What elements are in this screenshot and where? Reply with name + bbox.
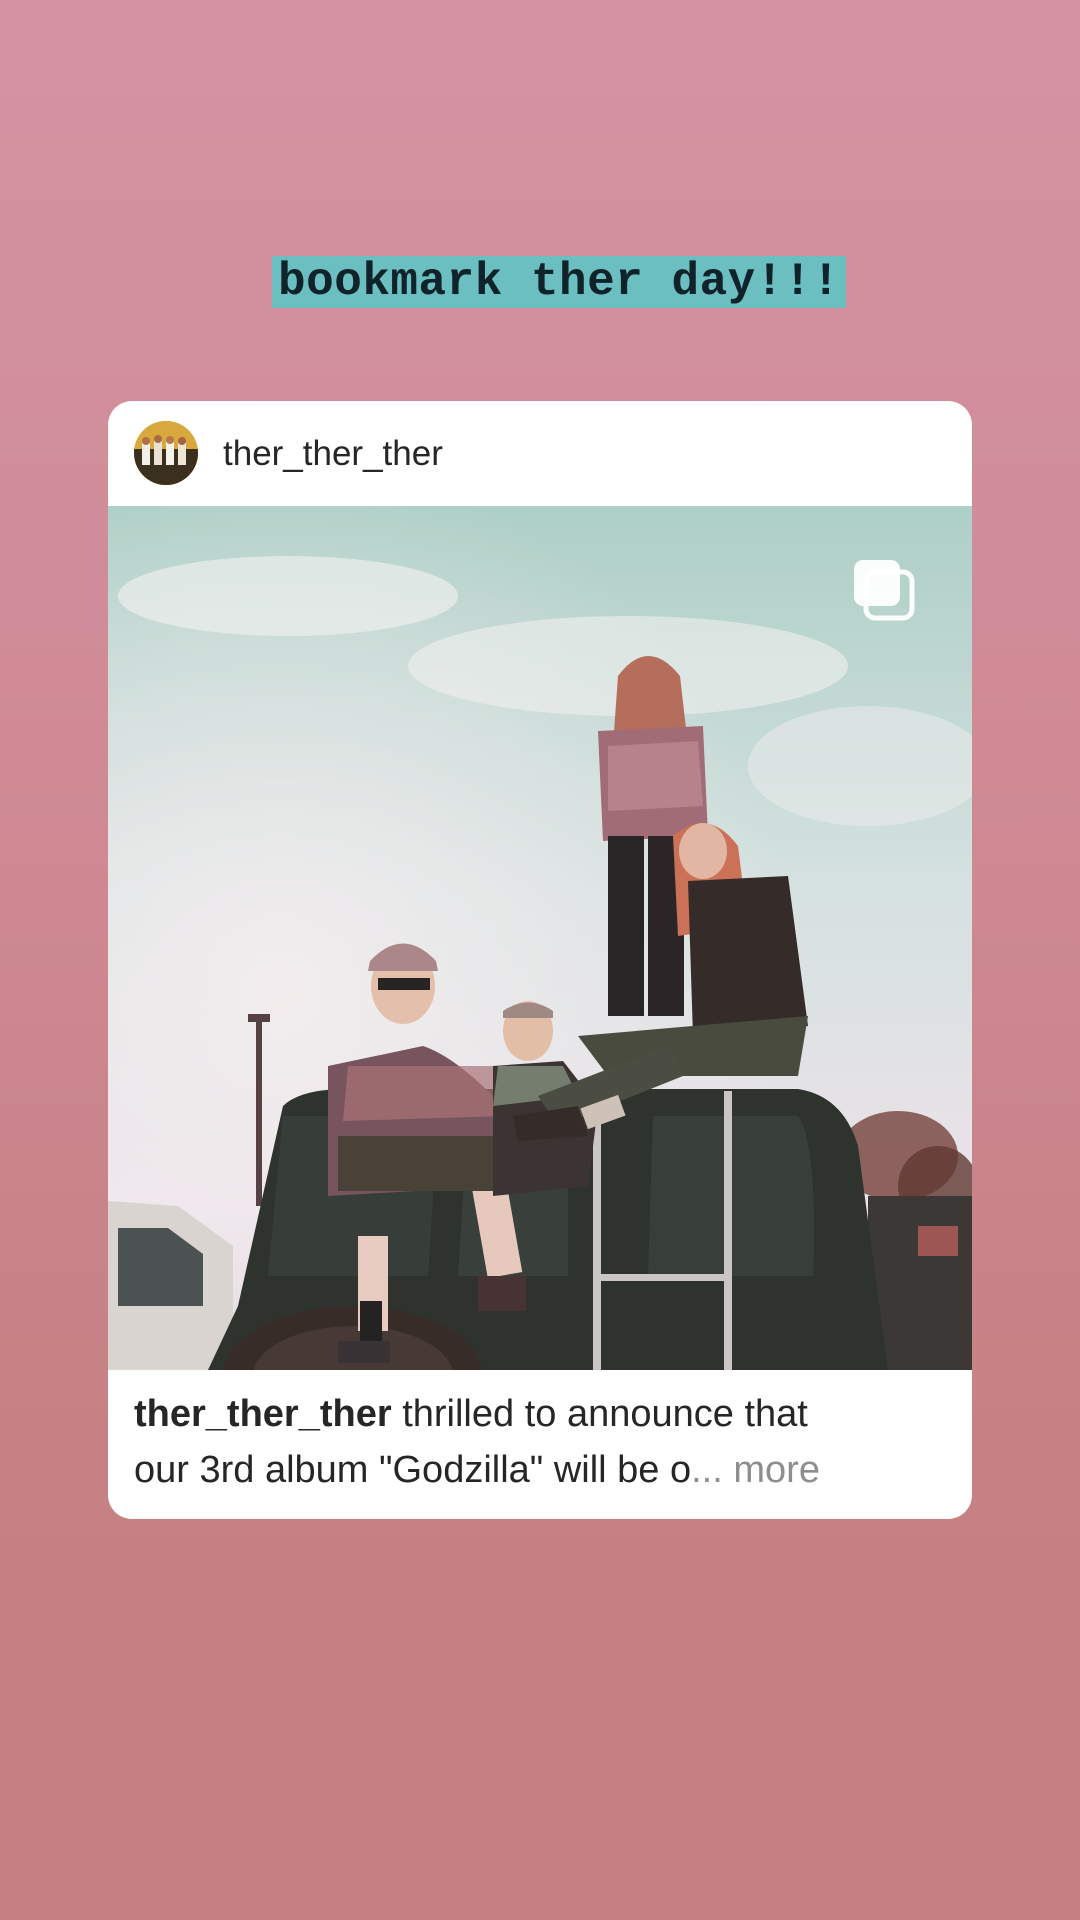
post-photo[interactable]	[108, 506, 972, 1370]
avatar[interactable]	[134, 421, 198, 485]
caption-text-line1: thrilled to announce that	[391, 1393, 808, 1435]
caption-username[interactable]: ther_ther_ther	[134, 1393, 392, 1435]
post-username[interactable]: ther_ther_ther	[223, 401, 443, 506]
caption-more-link[interactable]: more	[723, 1449, 820, 1491]
shared-post-card[interactable]: ther_ther_ther ther_ther_ther thrilled t…	[108, 401, 972, 1519]
caption-ellipsis: ...	[691, 1449, 723, 1491]
post-caption[interactable]: ther_ther_ther thrilled to announce that…	[134, 1386, 946, 1498]
story-text-sticker[interactable]: bookmark ther day!!!	[272, 256, 847, 308]
caption-text-line2: our 3rd album "Godzilla" will be o	[134, 1449, 692, 1491]
post-header[interactable]: ther_ther_ther	[108, 401, 972, 506]
carousel-multiple-icon	[852, 558, 916, 622]
